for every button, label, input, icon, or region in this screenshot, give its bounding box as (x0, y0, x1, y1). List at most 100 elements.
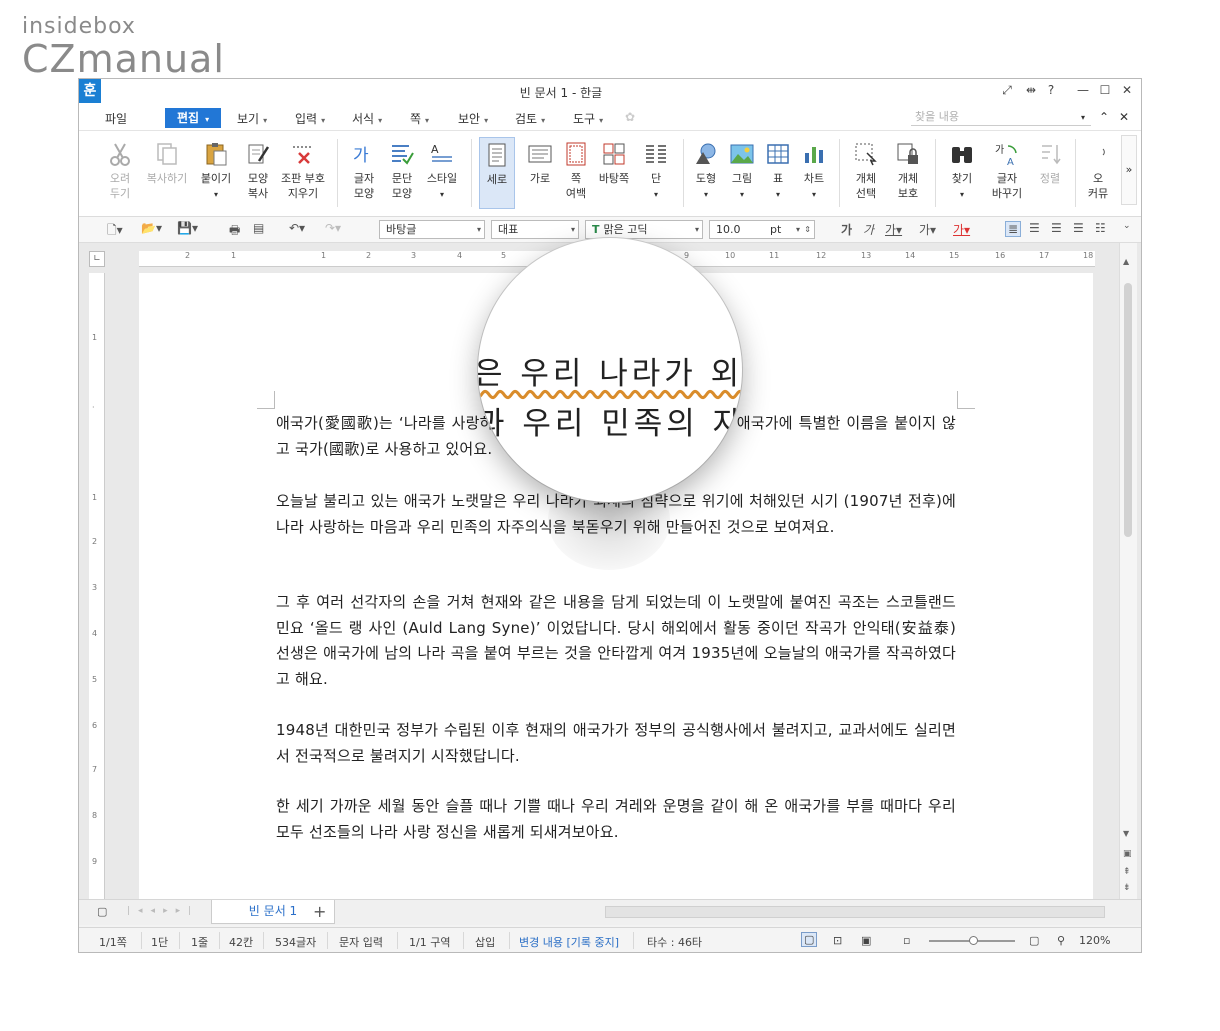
object-protect-button[interactable]: 개체 보호 (887, 141, 929, 201)
portrait-button[interactable]: 세로 (479, 137, 515, 209)
scroll-thumb[interactable] (1124, 283, 1132, 537)
char-shape-button[interactable]: 가 글자 모양 (343, 141, 385, 201)
menu-file[interactable]: 파일 (105, 110, 127, 127)
fullscreen-icon[interactable]: ⤢ (997, 83, 1017, 98)
settings-icon[interactable]: ✿ (625, 110, 635, 124)
ribbon-separator (337, 139, 338, 207)
menu-tools[interactable]: 도구 ▾ (573, 110, 603, 127)
status-track-changes[interactable]: 변경 내용 [기록 중지] (519, 934, 619, 950)
object-select-button[interactable]: 개체 선택 (845, 141, 887, 201)
page-view-icon[interactable]: ▣ (1123, 849, 1132, 859)
zoom-level[interactable]: 120% (1079, 934, 1110, 947)
save-icon[interactable]: 💾▾ (177, 221, 198, 235)
tab-list-icon[interactable]: ▢ (97, 905, 107, 918)
clear-marks-button[interactable]: 조판 부호 지우기 (277, 141, 329, 201)
stepper-arrows-icon: ⇕ (804, 225, 811, 234)
menu-page[interactable]: 쪽 ▾ (410, 110, 429, 127)
chart-button[interactable]: 차트 ▾ (793, 141, 835, 202)
copy-button[interactable]: 복사하기 (143, 141, 191, 186)
horizontal-scrollbar[interactable] (605, 906, 1105, 918)
status-input-mode[interactable]: 문자 입력 (339, 934, 383, 950)
maximize-icon[interactable]: ☐ (1095, 83, 1115, 97)
strikethrough-icon[interactable]: 가▾ (919, 221, 936, 238)
scroll-down-icon[interactable]: ▼ (1123, 829, 1129, 838)
menu-edit[interactable]: 편집 ▾ (165, 108, 221, 128)
brand-line2: CZmanual (22, 37, 225, 81)
fit-width-icon[interactable]: ⇹ (1021, 83, 1041, 97)
preview-icon[interactable]: ▤ (253, 221, 264, 235)
next-page-icon[interactable]: ⇟ (1123, 883, 1131, 893)
page-margin-button[interactable]: 쪽 여백 (555, 141, 597, 201)
vertical-scrollbar[interactable]: ▲ ▼ ▣ ⇞ ⇟ (1119, 243, 1137, 899)
paragraph-3[interactable]: 그 후 여러 선각자의 손을 거쳐 현재와 같은 내용을 담게 되었는데 이 노… (276, 590, 956, 692)
cut-button[interactable]: 오려 두기 (99, 141, 141, 201)
zoom-in-icon[interactable]: ▢ (1029, 934, 1039, 947)
font-select[interactable]: T 맑은 고딕 ▾ (585, 220, 703, 239)
align-right-icon[interactable]: ☰ (1073, 221, 1084, 235)
object-select-label-2: 선택 (855, 187, 877, 200)
tab-nav-icon[interactable]: |◂◂▸▸| (127, 906, 199, 916)
close-icon[interactable]: ✕ (1117, 83, 1137, 97)
align-left-icon[interactable]: ☰ (1029, 221, 1040, 235)
collapse-ribbon-icon[interactable]: ⌃ (1099, 110, 1109, 124)
normal-view-icon[interactable]: ▢ (801, 932, 818, 947)
close-doc-icon[interactable]: ✕ (1119, 110, 1129, 124)
menu-security[interactable]: 보안 ▾ (458, 110, 488, 127)
zoom-slider-knob[interactable] (969, 936, 978, 945)
font-size-stepper[interactable]: 10.0 pt ▾ ⇕ (709, 220, 815, 239)
menu-format[interactable]: 서식 ▾ (352, 110, 382, 127)
scroll-up-icon[interactable]: ▲ (1123, 257, 1129, 266)
chevron-down-icon: ▾ (811, 190, 816, 199)
find-button[interactable]: 찾기 ▾ (941, 141, 983, 202)
undo-icon[interactable]: ↶▾ (289, 221, 305, 235)
font-color-icon[interactable]: 가▾ (953, 221, 970, 238)
align-distribute-icon[interactable]: ☷ (1095, 221, 1106, 235)
ribbon-expand-icon[interactable]: » (1121, 135, 1137, 205)
vertical-ruler[interactable]: 1 · 1 2 3 4 5 6 7 8 9 (89, 273, 105, 899)
find-input[interactable]: 찾을 내용 (911, 109, 1091, 126)
underline-icon[interactable]: 가▾ (885, 221, 902, 238)
ruler-corner-icon[interactable]: ∟ (89, 251, 105, 267)
style-select[interactable]: 바탕글 ▾ (379, 220, 485, 239)
status-insert[interactable]: 삽입 (475, 934, 495, 950)
new-doc-icon[interactable]: 🗋▾ (107, 221, 123, 242)
web-view-icon[interactable]: ⊡ (833, 934, 842, 947)
paragraph-4[interactable]: 1948년 대한민국 정부가 수립된 이후 현재의 애국가가 정부의 공식행사에… (276, 718, 956, 769)
bold-icon[interactable]: 가 (841, 221, 852, 238)
zoom-slider[interactable] (929, 936, 1015, 945)
sort-button[interactable]: 정렬 (1029, 141, 1071, 186)
lang-select[interactable]: 대표 ▾ (491, 220, 579, 239)
magnify-icon[interactable]: ⚲ (1057, 934, 1065, 947)
redo-icon[interactable]: ↷▾ (325, 221, 341, 235)
help-icon[interactable]: ? (1041, 83, 1061, 97)
paste-button[interactable]: 붙이기 ▾ (195, 141, 237, 202)
italic-icon[interactable]: 가 (863, 221, 874, 238)
scissors-icon (110, 143, 130, 166)
align-center-icon[interactable]: ☰ (1051, 221, 1062, 235)
background-page-button[interactable]: 바탕쪽 (593, 141, 635, 186)
menu-review[interactable]: 검토 ▾ (515, 110, 545, 127)
minimize-icon[interactable]: — (1073, 83, 1093, 97)
para-shape-button[interactable]: 문단 모양 (381, 141, 423, 201)
menu-insert[interactable]: 입력 ▾ (295, 110, 325, 127)
replace-label-1: 글자 (996, 172, 1018, 185)
zoom-out-icon[interactable]: ▫ (903, 934, 910, 947)
format-copy-button[interactable]: 모양 복사 (237, 141, 279, 201)
community-button[interactable]: 오 커뮤 (1079, 141, 1117, 201)
full-view-icon[interactable]: ▣ (861, 934, 871, 947)
status-page[interactable]: 1/1쪽 (99, 934, 127, 950)
paragraph-5[interactable]: 한 세기 가까운 세월 동안 슬플 때나 기쁠 때나 우리 겨레와 운명을 같이… (276, 794, 956, 845)
toolbar-expand-icon[interactable]: ⌄ (1123, 221, 1131, 231)
replace-button[interactable]: 가A 글자 바꾸기 (983, 141, 1031, 201)
style-button[interactable]: A 스타일 ▾ (421, 141, 463, 202)
print-icon[interactable]: 🖶 (229, 221, 240, 242)
prev-page-icon[interactable]: ⇞ (1123, 867, 1131, 877)
open-folder-icon[interactable]: 📂▾ (141, 221, 162, 235)
add-tab-icon[interactable]: + (313, 902, 326, 921)
magnified-text-2: 과 우리 민족의 자 (478, 406, 742, 442)
columns-button[interactable]: 단 ▾ (635, 141, 677, 202)
menu-view[interactable]: 보기 ▾ (237, 110, 267, 127)
align-justify-icon[interactable]: ≣ (1005, 221, 1022, 237)
find-dropdown-icon[interactable]: ▾ (1081, 113, 1085, 122)
status-column: 1단 (151, 936, 169, 949)
